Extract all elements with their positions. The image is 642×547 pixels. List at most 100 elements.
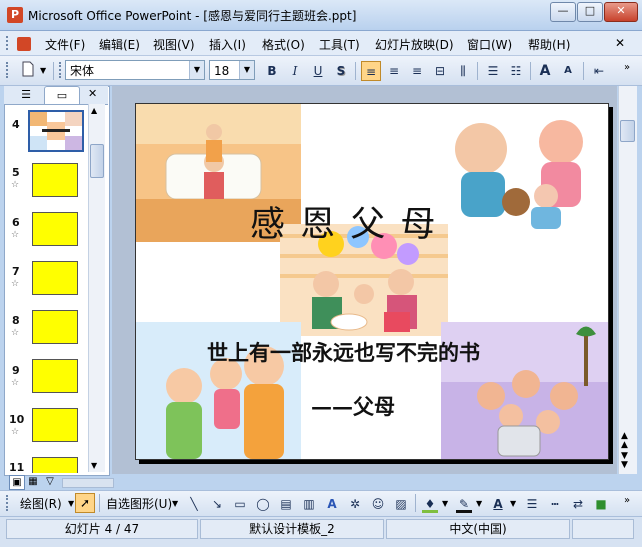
menu-slideshow[interactable]: 幻灯片放映(D) [375, 36, 454, 53]
shadow-style-icon[interactable]: ■ [591, 494, 611, 514]
underline-button[interactable]: U [308, 61, 328, 81]
line-style-icon[interactable]: ☰ [522, 494, 542, 514]
arrow-style-icon[interactable]: ⇄ [568, 494, 588, 514]
scroll-thumb[interactable] [90, 144, 104, 178]
oval-tool-icon[interactable]: ◯ [253, 494, 273, 514]
normal-view-icon[interactable]: ▣ [9, 475, 25, 490]
grip-icon [59, 62, 64, 78]
window-title: Microsoft Office PowerPoint - [感恩与爱同行主题班… [28, 9, 357, 23]
slide-title[interactable]: 感 恩 父 母 [250, 196, 437, 247]
grow-font-button[interactable]: A [535, 61, 555, 81]
document-icon[interactable] [17, 37, 31, 51]
align-right-icon[interactable]: ≡ [407, 61, 427, 81]
numbered-list-icon[interactable]: ☰ [483, 61, 503, 81]
slide-number: 8 [12, 314, 20, 327]
decrease-indent-icon[interactable]: ⇤ [589, 61, 609, 81]
menu-format[interactable]: 格式(O) [262, 36, 305, 53]
slide-number: 6 [12, 216, 20, 229]
tab-outline[interactable]: ☰ [8, 87, 44, 103]
scroll-down-icon[interactable]: ▼ [91, 461, 97, 470]
menu-file[interactable]: 文件(F) [45, 36, 85, 53]
horizontal-scrollbar[interactable] [62, 478, 114, 488]
slide-thumbnail[interactable] [32, 163, 78, 197]
close-panel-icon[interactable]: ✕ [88, 87, 97, 100]
distribute-icon[interactable]: ⊟ [430, 61, 450, 81]
chevron-down-icon[interactable]: ▼ [189, 61, 204, 79]
slide-number: 9 [12, 364, 20, 377]
toolbar-options-icon[interactable]: » [624, 62, 630, 73]
slide-scrollbar[interactable] [618, 86, 637, 474]
bullet-list-icon[interactable]: ☷ [506, 61, 526, 81]
chevron-down-icon[interactable]: ▼ [172, 499, 178, 508]
toolbar-options-icon[interactable]: » [624, 495, 630, 506]
clipart-icon[interactable]: ☺ [368, 494, 388, 514]
new-document-icon[interactable] [18, 61, 38, 81]
vertical-text-icon[interactable]: ⫼ [453, 61, 473, 81]
chevron-down-icon[interactable]: ▼ [40, 66, 46, 75]
line-tool-icon[interactable]: ╲ [184, 494, 204, 514]
autoshapes-menu-button[interactable]: 自选图形(U) [106, 495, 172, 512]
line-color-swatch [456, 510, 472, 513]
draw-menu-button[interactable]: 绘图(R) [20, 495, 62, 512]
tab-slides[interactable]: ▭ [44, 86, 80, 104]
slide-thumbnail[interactable] [32, 212, 78, 246]
select-pointer-icon[interactable]: ➚ [75, 493, 95, 513]
fill-color-swatch [422, 510, 438, 513]
menu-view[interactable]: 视图(V) [153, 36, 195, 53]
slideshow-view-icon[interactable]: ▽ [43, 475, 57, 488]
animation-star-icon: ☆ [11, 378, 20, 388]
slide-thumbnail[interactable] [32, 359, 78, 393]
previous-slide-icon[interactable]: ▲ ▲ [621, 432, 628, 450]
scroll-up-icon[interactable]: ▲ [91, 106, 97, 115]
slide-thumbnail[interactable] [32, 310, 78, 344]
scroll-thumb[interactable] [620, 120, 635, 142]
chevron-down-icon[interactable]: ▼ [442, 499, 448, 508]
wordart-icon[interactable]: A [322, 494, 342, 514]
menu-edit[interactable]: 编辑(E) [99, 36, 140, 53]
menu-insert[interactable]: 插入(I) [209, 36, 246, 53]
font-size-combo[interactable]: 18 ▼ [209, 60, 255, 80]
chevron-down-icon[interactable]: ▼ [476, 499, 482, 508]
close-button[interactable]: ✕ [604, 2, 638, 22]
chevron-down-icon[interactable]: ▼ [510, 499, 516, 508]
shrink-font-button[interactable]: A [558, 61, 578, 81]
insert-picture-icon[interactable]: ▨ [391, 494, 411, 514]
align-center-icon[interactable]: ≡ [384, 61, 404, 81]
menu-help[interactable]: 帮助(H) [528, 36, 570, 53]
slide-subtitle[interactable]: 世上有一部永远也写不完的书 [207, 337, 480, 367]
slide-number: 11 [9, 461, 25, 474]
animation-star-icon: ☆ [11, 279, 20, 289]
chevron-down-icon[interactable]: ▼ [239, 61, 254, 79]
restore-button[interactable]: □ [577, 2, 603, 22]
dash-style-icon[interactable]: ┅ [545, 494, 565, 514]
diagram-icon[interactable]: ✲ [345, 494, 365, 514]
slide-thumbnail-selected[interactable] [28, 110, 84, 152]
slide-caption[interactable]: ——父母 [311, 391, 395, 421]
vertical-textbox-icon[interactable]: ▥ [299, 494, 319, 514]
font-name-combo[interactable]: 宋体 ▼ [65, 60, 205, 80]
grip-icon [6, 62, 11, 78]
menu-window[interactable]: 窗口(W) [467, 36, 512, 53]
animation-star-icon: ☆ [11, 427, 20, 437]
slide-thumbnail[interactable] [32, 457, 78, 473]
slide-thumbnail[interactable] [32, 408, 78, 442]
next-slide-icon[interactable]: ▼ ▼ [621, 452, 628, 470]
shadow-button[interactable]: S [331, 61, 351, 81]
font-color-icon[interactable]: A [488, 494, 508, 514]
slide-number: 10 [9, 413, 25, 426]
design-template[interactable]: 默认设计模板_2 [200, 519, 384, 539]
menu-tools[interactable]: 工具(T) [319, 36, 360, 53]
slide-sorter-view-icon[interactable]: ▦ [26, 475, 40, 488]
align-left-icon[interactable]: ≡ [361, 61, 381, 81]
slide-thumbnail[interactable] [32, 261, 78, 295]
minimize-button[interactable]: — [550, 2, 576, 22]
textbox-tool-icon[interactable]: ▤ [276, 494, 296, 514]
chevron-down-icon[interactable]: ▼ [68, 499, 74, 508]
slide-counter: 幻灯片 4 / 47 [6, 519, 198, 539]
italic-button[interactable]: I [285, 61, 305, 81]
animation-star-icon: ☆ [11, 180, 20, 190]
close-document-icon[interactable]: ✕ [615, 36, 625, 50]
bold-button[interactable]: B [262, 61, 282, 81]
rectangle-tool-icon[interactable]: ▭ [230, 494, 250, 514]
arrow-tool-icon[interactable]: ↘ [207, 494, 227, 514]
